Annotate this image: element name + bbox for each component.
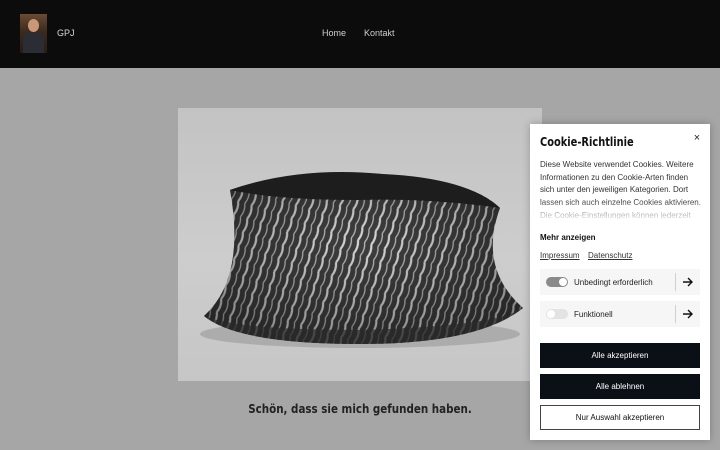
avatar-body <box>23 33 44 53</box>
avatar-face <box>28 19 39 32</box>
brand-name[interactable]: GPJ <box>57 28 75 38</box>
cookie-title: Cookie-Richtlinie <box>540 135 634 149</box>
impressum-link[interactable]: Impressum <box>540 251 580 260</box>
accept-all-button[interactable]: Alle akzeptieren <box>540 343 700 368</box>
functional-toggle[interactable] <box>546 309 568 319</box>
nav-kontakt[interactable]: Kontakt <box>364 28 395 38</box>
arrow-right-icon[interactable] <box>682 275 694 289</box>
cookie-option-necessary: Unbedingt erforderlich <box>540 269 700 295</box>
wooden-bowl-image <box>200 172 523 348</box>
nav-home[interactable]: Home <box>322 28 346 38</box>
cookie-dialog: Cookie-Richtlinie × Diese Website verwen… <box>530 124 710 440</box>
toggle-knob <box>559 278 567 286</box>
divider <box>675 305 676 323</box>
datenschutz-link[interactable]: Datenschutz <box>588 251 632 260</box>
site-header: GPJ Home Kontakt <box>0 0 720 68</box>
toggle-knob <box>547 310 555 318</box>
option-label: Unbedingt erforderlich <box>574 278 653 287</box>
cookie-description: Diese Website verwendet Cookies. Weitere… <box>540 160 701 219</box>
close-icon[interactable]: × <box>691 132 703 144</box>
avatar[interactable] <box>20 14 47 53</box>
necessary-toggle[interactable] <box>546 277 568 287</box>
divider <box>675 273 676 291</box>
option-label: Funktionell <box>574 310 613 319</box>
hero-image <box>178 108 542 381</box>
arrow-right-icon[interactable] <box>682 307 694 321</box>
show-more-button[interactable]: Mehr anzeigen <box>540 233 596 242</box>
reject-all-button[interactable]: Alle ablehnen <box>540 374 700 399</box>
accept-selection-button[interactable]: Nur Auswahl akzeptieren <box>540 405 700 430</box>
cookie-option-functional: Funktionell <box>540 301 700 327</box>
